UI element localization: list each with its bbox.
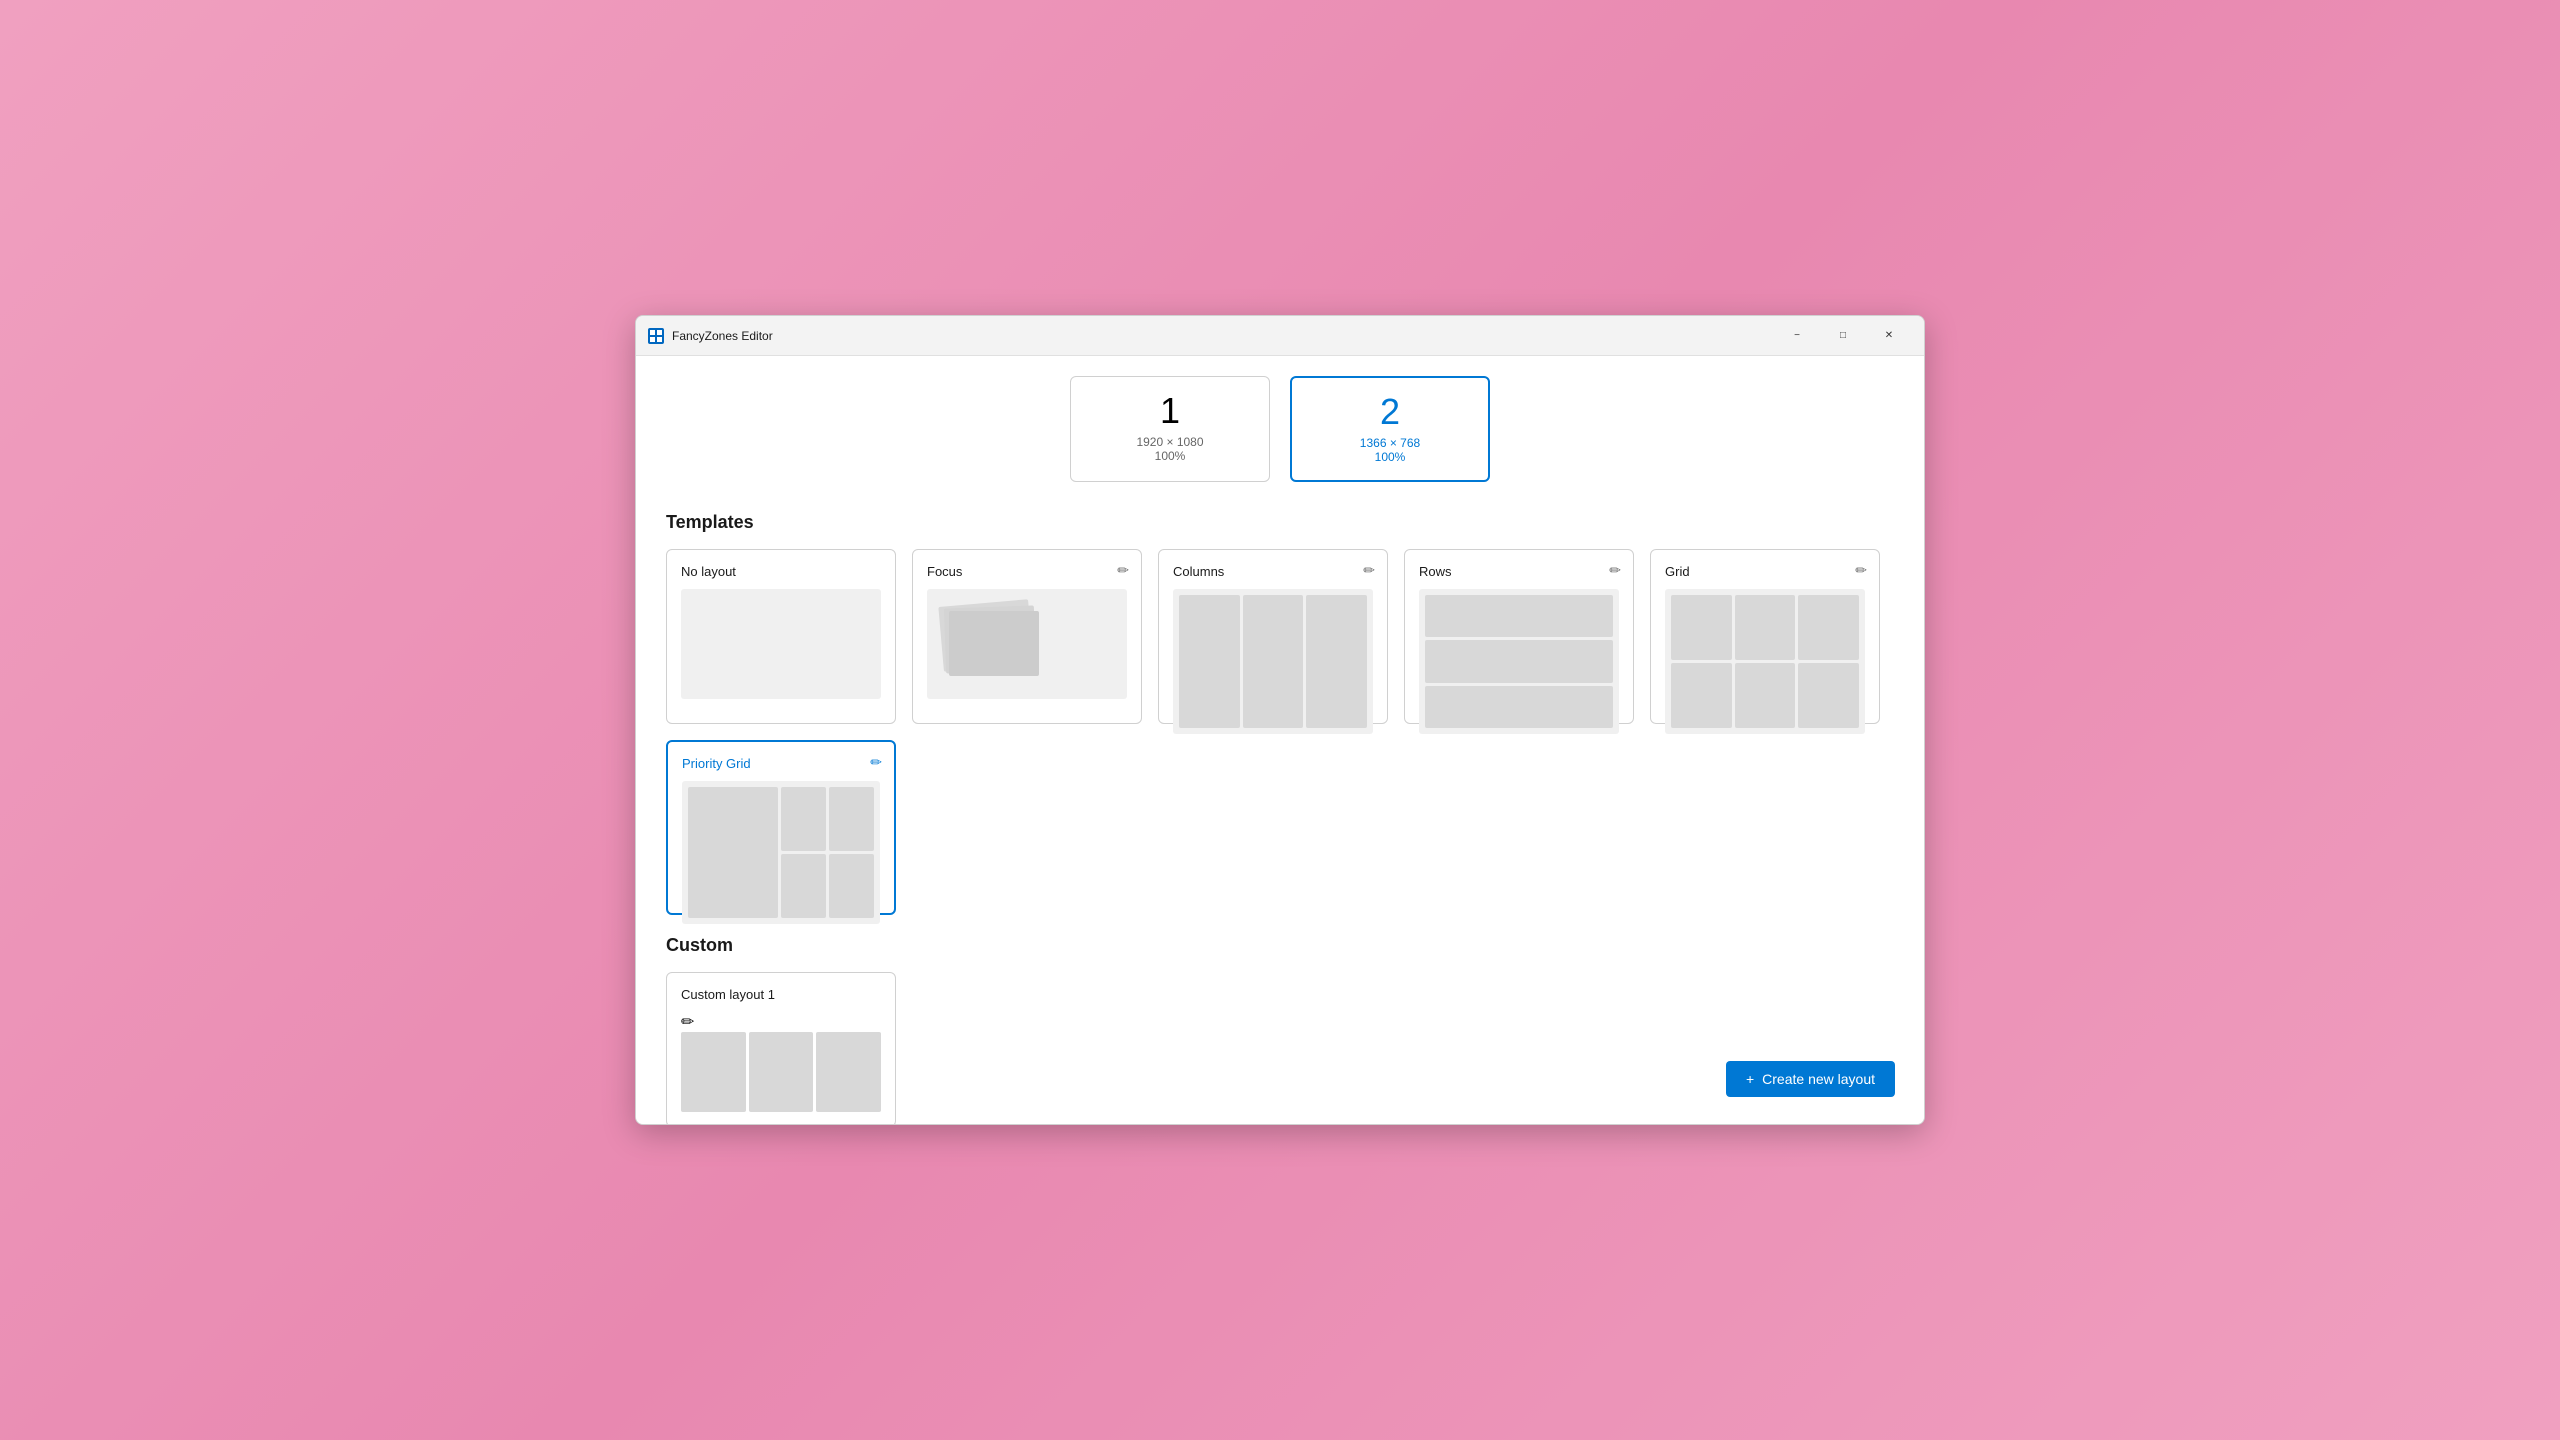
template-priority-grid-edit-icon[interactable]: ✏ — [870, 754, 882, 771]
template-rows-edit-icon[interactable]: ✏ — [1609, 562, 1621, 579]
row-zone-1 — [1425, 595, 1613, 637]
col-zone-2 — [1243, 595, 1304, 728]
custom-layout-1-preview — [681, 1032, 881, 1112]
template-grid-edit-icon[interactable]: ✏ — [1855, 562, 1867, 579]
template-columns-preview — [1173, 589, 1373, 734]
grid-zone-4 — [1671, 663, 1732, 728]
priority-small-zone-4 — [829, 854, 874, 918]
template-grid-preview — [1665, 589, 1865, 734]
priority-big-zone — [688, 787, 778, 918]
main-content: 1 1920 × 1080 100% 2 1366 × 768 100% Tem… — [636, 356, 1924, 1124]
create-button-label-2: Create new layout — [1762, 1071, 1875, 1087]
grid-zone-6 — [1798, 663, 1859, 728]
titlebar: FancyZones Editor − □ ✕ — [636, 316, 1924, 356]
minimize-button[interactable]: − — [1774, 321, 1820, 351]
custom-layout-1-title: Custom layout 1 — [681, 987, 881, 1002]
fancyzones-window: FancyZones Editor − □ ✕ 1 1920 × 1080 10… — [635, 315, 1925, 1125]
custom-layout-1-edit-icon[interactable]: ✏ — [681, 1014, 694, 1031]
template-grid-title: Grid — [1665, 564, 1865, 579]
priority-small-zone-2 — [829, 787, 874, 851]
custom-zone-3 — [816, 1032, 881, 1112]
template-focus-title: Focus — [927, 564, 1127, 579]
row-zone-3 — [1425, 686, 1613, 728]
grid-zone-2 — [1735, 595, 1796, 660]
maximize-button[interactable]: □ — [1820, 321, 1866, 351]
grid-zone-5 — [1735, 663, 1796, 728]
monitor-2-resolution: 1366 × 768 — [1308, 436, 1472, 450]
template-columns-title: Columns — [1173, 564, 1373, 579]
template-priority-grid-preview — [682, 781, 880, 924]
monitor-1-card[interactable]: 1 1920 × 1080 100% — [1070, 376, 1270, 482]
monitor-2-scale: 100% — [1308, 450, 1472, 464]
row-zone-2 — [1425, 640, 1613, 682]
template-rows-preview — [1419, 589, 1619, 734]
create-button-icon-2: + — [1746, 1071, 1754, 1087]
monitor-2-number: 2 — [1308, 394, 1472, 430]
template-no-layout[interactable]: No layout — [666, 549, 896, 724]
custom-zone-2 — [749, 1032, 814, 1112]
monitor-1-number: 1 — [1087, 393, 1253, 429]
grid-zone-1 — [1671, 595, 1732, 660]
template-priority-grid-title: Priority Grid — [682, 756, 880, 771]
template-rows[interactable]: Rows ✏ — [1404, 549, 1634, 724]
window-title: FancyZones Editor — [672, 329, 1774, 343]
priority-small-zone-3 — [781, 854, 826, 918]
custom-layout-1-card[interactable]: Custom layout 1 ✏ — [666, 972, 896, 1124]
close-button[interactable]: ✕ — [1866, 321, 1912, 351]
template-columns-edit-icon[interactable]: ✏ — [1363, 562, 1375, 579]
templates-grid: No layout Focus ✏ Columns ✏ — [666, 549, 1894, 915]
templates-section-title: Templates — [666, 512, 1894, 533]
monitor-2-card[interactable]: 2 1366 × 768 100% — [1290, 376, 1490, 482]
template-focus-preview — [927, 589, 1127, 699]
template-focus[interactable]: Focus ✏ — [912, 549, 1142, 724]
template-rows-title: Rows — [1419, 564, 1619, 579]
template-focus-edit-icon[interactable]: ✏ — [1117, 562, 1129, 579]
template-grid[interactable]: Grid ✏ — [1650, 549, 1880, 724]
monitor-selector: 1 1920 × 1080 100% 2 1366 × 768 100% — [666, 356, 1894, 502]
monitor-1-resolution: 1920 × 1080 — [1087, 435, 1253, 449]
window-controls: − □ ✕ — [1774, 321, 1912, 351]
custom-section-title: Custom — [666, 935, 1894, 956]
grid-zone-3 — [1798, 595, 1859, 660]
custom-zone-1 — [681, 1032, 746, 1112]
create-new-layout-button-2[interactable]: + Create new layout — [1726, 1061, 1895, 1097]
priority-small-zone-1 — [781, 787, 826, 851]
app-icon — [648, 328, 664, 344]
template-no-layout-preview — [681, 589, 881, 699]
template-no-layout-title: No layout — [681, 564, 881, 579]
template-priority-grid[interactable]: Priority Grid ✏ — [666, 740, 896, 915]
col-zone-1 — [1179, 595, 1240, 728]
monitor-1-scale: 100% — [1087, 449, 1253, 463]
template-columns[interactable]: Columns ✏ — [1158, 549, 1388, 724]
custom-section: Custom Custom layout 1 ✏ — [666, 935, 1894, 1124]
col-zone-3 — [1306, 595, 1367, 728]
